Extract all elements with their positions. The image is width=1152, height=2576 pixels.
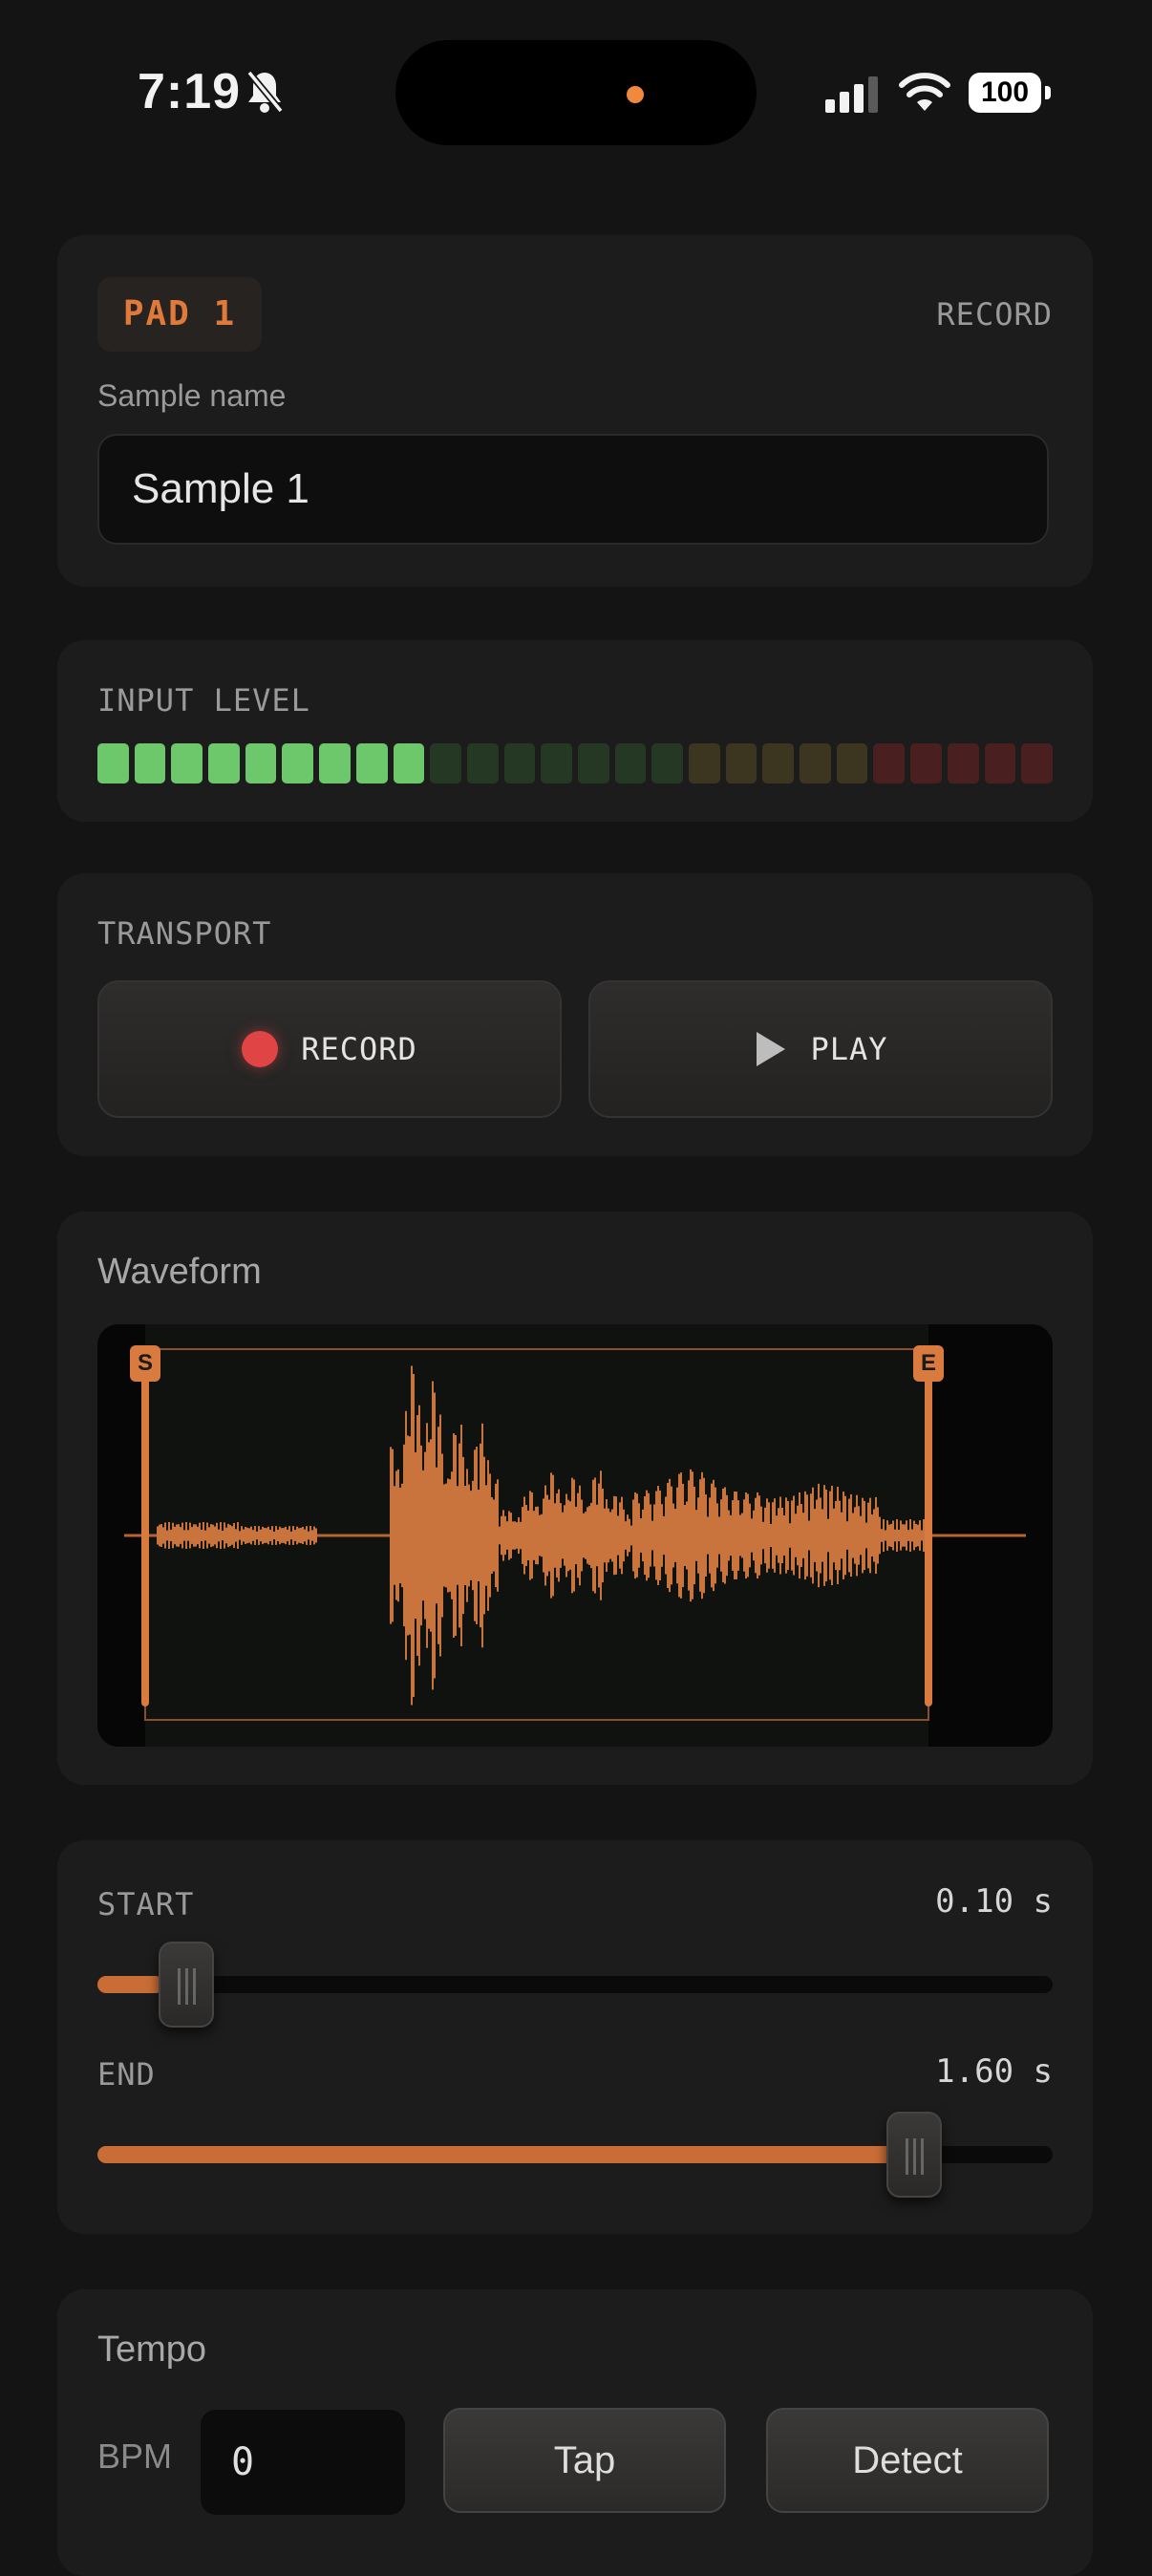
status-bar: 7:19 100 (0, 0, 1152, 153)
waveform-card: Waveform S E (57, 1212, 1093, 1785)
start-marker-tag[interactable]: S (130, 1345, 160, 1382)
trim-card: START 0.10 s END 1.60 s (57, 1840, 1093, 2234)
level-segment (947, 743, 979, 784)
end-value: 1.60 s (935, 2052, 1053, 2091)
level-segment (614, 743, 647, 784)
start-slider-thumb[interactable] (159, 1942, 214, 2028)
start-label: START (97, 1886, 195, 1922)
start-slider-fill (97, 1976, 164, 1993)
battery-level: 100 (969, 73, 1041, 113)
signal-icon (825, 76, 878, 113)
level-segment (689, 743, 720, 784)
end-slider-fill (97, 2146, 909, 2163)
level-segment (282, 743, 314, 784)
level-segment (800, 743, 831, 784)
transport-card: TRANSPORT RECORD PLAY (57, 873, 1093, 1156)
end-label: END (97, 2056, 156, 2093)
sample-name-label: Sample name (97, 378, 287, 413)
mode-label: RECORD (936, 296, 1053, 333)
end-handle[interactable] (925, 1363, 932, 1707)
pad-card: PAD 1 RECORD Sample name (57, 235, 1093, 587)
level-segment (208, 743, 240, 784)
level-segment (873, 743, 906, 784)
record-icon (242, 1031, 279, 1067)
level-segment (762, 743, 795, 784)
sample-name-input[interactable] (97, 434, 1049, 545)
level-segment (171, 743, 203, 784)
bell-slash-icon (246, 70, 284, 114)
play-button-label: PLAY (810, 1031, 888, 1067)
end-slider-thumb[interactable] (886, 2112, 942, 2198)
battery-icon: 100 (969, 73, 1051, 113)
level-meter (97, 743, 1053, 784)
level-segment (984, 743, 1016, 784)
level-segment (541, 743, 572, 784)
end-marker-tag[interactable]: E (913, 1345, 944, 1382)
level-segment (245, 743, 277, 784)
level-segment (134, 743, 166, 784)
level-segment (651, 743, 683, 784)
level-segment (1021, 743, 1053, 784)
input-level-label: INPUT LEVEL (97, 682, 310, 719)
pad-badge: PAD 1 (97, 277, 262, 352)
bpm-label: BPM (97, 2436, 173, 2476)
wifi-icon (899, 73, 950, 111)
waveform-title: Waveform (97, 1252, 262, 1292)
tempo-title: Tempo (97, 2329, 207, 2370)
level-segment (725, 743, 757, 784)
level-segment (503, 743, 536, 784)
tap-button[interactable]: Tap (443, 2408, 726, 2513)
level-segment (466, 743, 499, 784)
transport-label: TRANSPORT (97, 915, 272, 952)
play-icon (757, 1032, 786, 1066)
record-button[interactable]: RECORD (97, 980, 562, 1118)
level-segment (393, 743, 425, 784)
detect-button[interactable]: Detect (766, 2408, 1049, 2513)
waveform-graphic (97, 1324, 1053, 1747)
level-segment (836, 743, 868, 784)
start-handle[interactable] (141, 1363, 149, 1707)
dynamic-island (395, 40, 757, 145)
start-value: 0.10 s (935, 1882, 1053, 1921)
play-button[interactable]: PLAY (588, 980, 1053, 1118)
status-time: 7:19 (138, 64, 242, 119)
privacy-indicator (627, 86, 644, 103)
level-segment (355, 743, 388, 784)
level-segment (577, 743, 609, 784)
record-button-label: RECORD (301, 1031, 417, 1067)
waveform-display[interactable]: S E (97, 1324, 1053, 1747)
tempo-card: Tempo BPM Tap Detect (57, 2289, 1093, 2576)
input-level-card: INPUT LEVEL (57, 640, 1093, 822)
level-segment (910, 743, 942, 784)
start-slider-track[interactable] (97, 1976, 1053, 1993)
level-segment (97, 743, 129, 784)
level-segment (319, 743, 351, 784)
level-segment (430, 743, 461, 784)
bpm-input[interactable] (201, 2410, 405, 2515)
